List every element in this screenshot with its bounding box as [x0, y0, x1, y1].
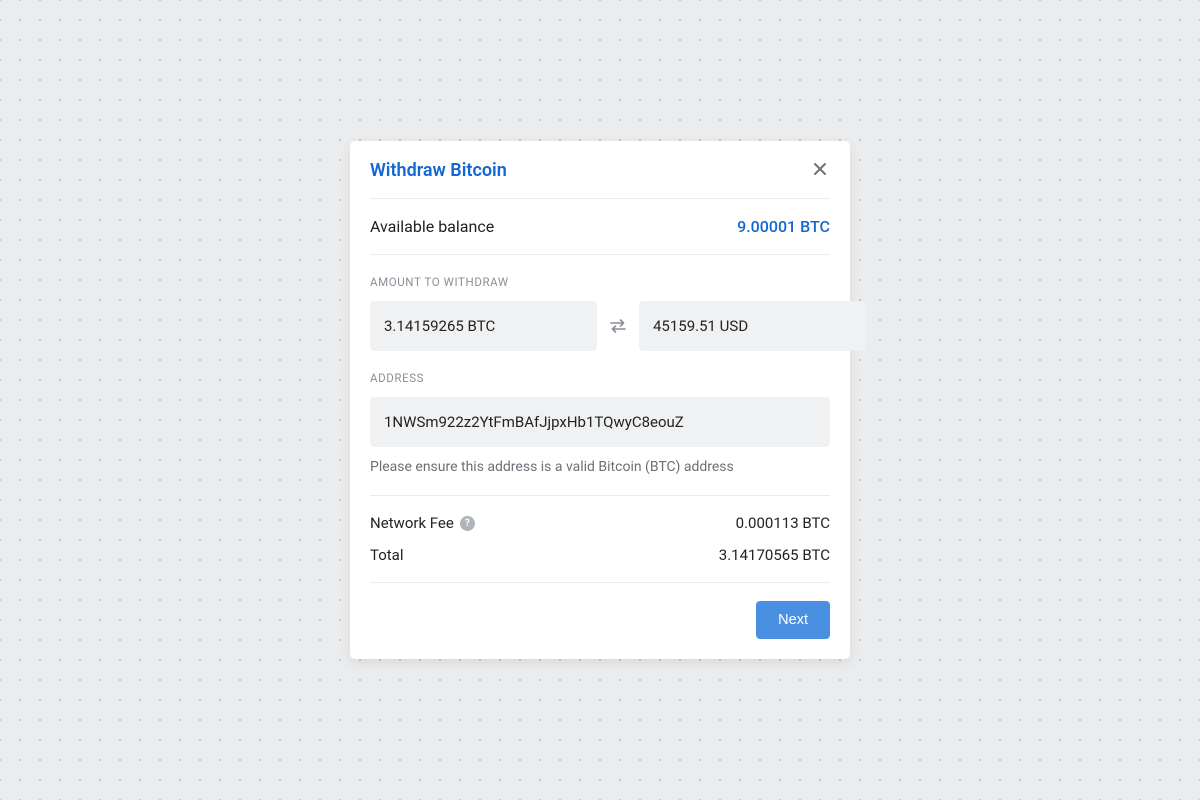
close-icon: [812, 161, 828, 180]
network-fee-label: Network Fee: [370, 514, 454, 532]
modal-title: Withdraw Bitcoin: [370, 160, 507, 181]
network-fee-value: 0.000113 BTC: [736, 514, 830, 532]
address-input[interactable]: [370, 397, 830, 447]
amount-section-label: AMOUNT TO WITHDRAW: [370, 275, 830, 289]
fee-section: Network Fee ? 0.000113 BTC Total 3.14170…: [370, 496, 830, 583]
help-icon[interactable]: ?: [460, 516, 475, 531]
total-row: Total 3.14170565 BTC: [370, 546, 830, 564]
withdraw-modal: Withdraw Bitcoin Available balance 9.000…: [350, 141, 850, 659]
network-fee-label-wrap: Network Fee ?: [370, 514, 475, 532]
amount-crypto-input[interactable]: [370, 301, 597, 351]
modal-header: Withdraw Bitcoin: [370, 141, 830, 199]
available-balance-label: Available balance: [370, 217, 494, 236]
swap-icon[interactable]: [609, 318, 627, 334]
available-balance-value: 9.00001 BTC: [737, 217, 830, 236]
modal-footer: Next: [370, 583, 830, 639]
address-section-label: ADDRESS: [370, 371, 830, 385]
total-label: Total: [370, 546, 404, 564]
close-button[interactable]: [810, 159, 830, 182]
total-value: 3.14170565 BTC: [719, 546, 830, 564]
amount-inputs-row: [370, 301, 830, 351]
available-balance-row: Available balance 9.00001 BTC: [370, 199, 830, 255]
amount-fiat-input[interactable]: [639, 301, 866, 351]
address-helper-text: Please ensure this address is a valid Bi…: [370, 459, 830, 496]
next-button[interactable]: Next: [756, 601, 830, 639]
network-fee-row: Network Fee ? 0.000113 BTC: [370, 514, 830, 532]
